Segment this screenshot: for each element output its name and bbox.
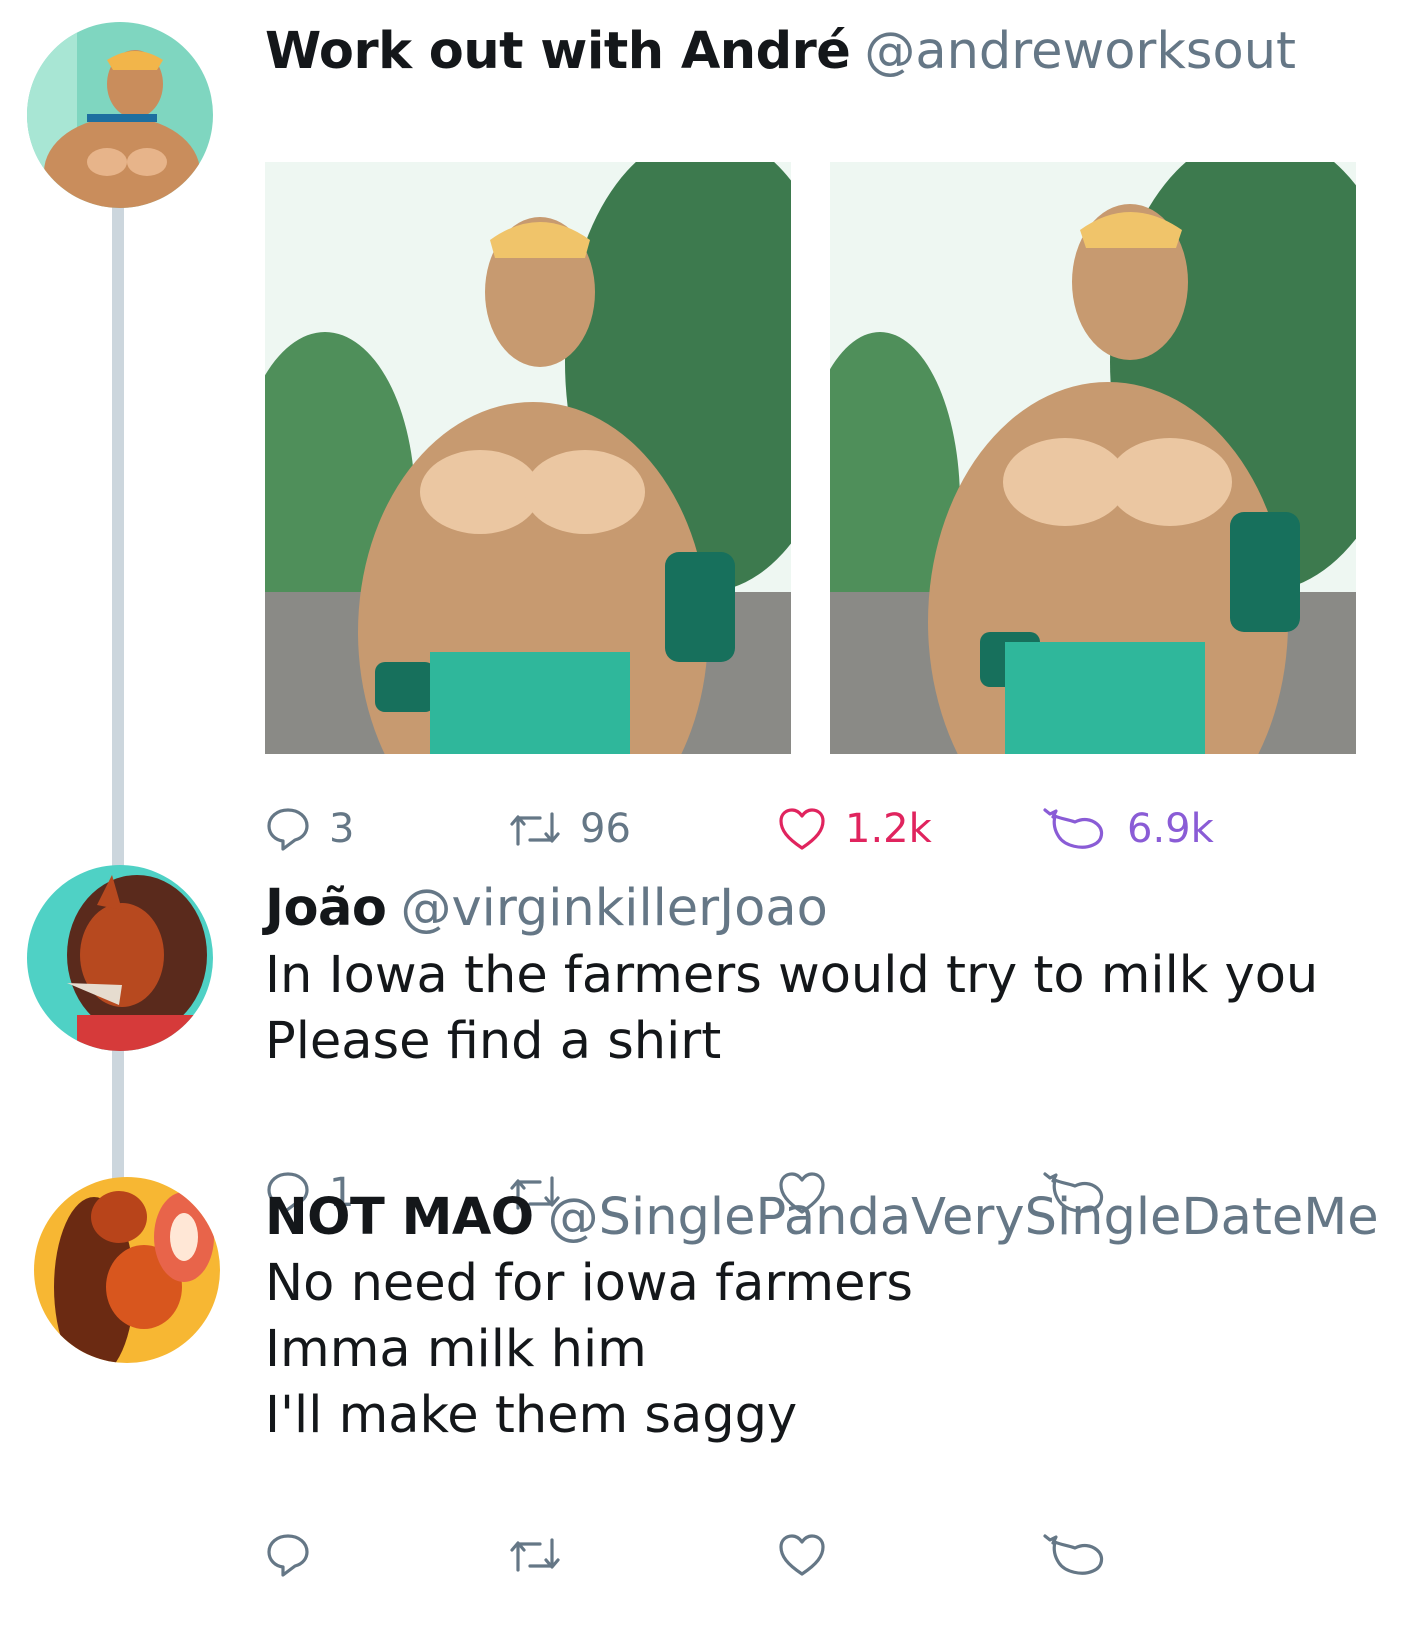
eggplant-icon: [1037, 804, 1109, 854]
like-count: 1.2k: [845, 806, 932, 852]
tweet-1-header: Work out with André @andreworksout: [265, 22, 1296, 81]
text-line: I'll make them saggy: [265, 1386, 798, 1445]
author-name[interactable]: NOT MAO: [265, 1188, 534, 1247]
tweet-3-text: No need for iowa farmers Imma milk him I…: [265, 1251, 913, 1449]
tweet-2-header: João @virginkillerJoao: [265, 879, 828, 938]
retweet-button[interactable]: [508, 1525, 580, 1585]
author-handle[interactable]: @SinglePandaVerySingleDateMe: [548, 1188, 1379, 1247]
tweet-3-header: NOT MAO @SinglePandaVerySingleDateMe: [265, 1188, 1379, 1247]
author-handle[interactable]: @virginkillerJoao: [400, 879, 827, 938]
like-icon: [777, 806, 827, 852]
reply-button[interactable]: 3: [265, 799, 354, 859]
tweet-3-actions: [265, 1525, 1365, 1585]
eggplant-button[interactable]: 6.9k: [1037, 799, 1214, 859]
tweet-1-actions: 3 96 1.2k 6.9k: [265, 799, 1365, 859]
eggplant-icon: [1037, 1530, 1109, 1580]
like-button[interactable]: 1.2k: [777, 799, 932, 859]
reply-icon: [265, 806, 311, 852]
text-line: No need for iowa farmers: [265, 1254, 913, 1313]
text-line: Imma milk him: [265, 1320, 647, 1379]
reply-button[interactable]: [265, 1525, 329, 1585]
like-icon: [777, 1532, 827, 1578]
avatar-not-mao-image: [34, 1177, 220, 1363]
media-image-2[interactable]: [830, 162, 1356, 754]
avatar-not-mao[interactable]: [34, 1177, 220, 1363]
text-line: Please find a shirt: [265, 1012, 722, 1071]
eggplant-count: 6.9k: [1127, 806, 1214, 852]
retweet-icon: [508, 1532, 562, 1578]
media-image-1[interactable]: [265, 162, 791, 754]
text-line: In Iowa the farmers would try to milk yo…: [265, 946, 1319, 1005]
avatar-andre[interactable]: [27, 22, 213, 208]
like-button[interactable]: [777, 1525, 845, 1585]
retweet-button[interactable]: 96: [508, 799, 631, 859]
avatar-joao-image: [27, 865, 213, 1051]
author-handle[interactable]: @andreworksout: [864, 22, 1296, 81]
author-name[interactable]: Work out with André: [265, 22, 851, 81]
retweet-icon: [508, 806, 562, 852]
avatar-andre-image: [27, 22, 213, 208]
retweet-count: 96: [580, 806, 631, 852]
eggplant-button[interactable]: [1037, 1525, 1127, 1585]
avatar-joao[interactable]: [27, 865, 213, 1051]
tweet-2-text: In Iowa the farmers would try to milk yo…: [265, 943, 1318, 1075]
reply-icon: [265, 1532, 311, 1578]
thread-line: [112, 200, 124, 1265]
reply-count: 3: [329, 806, 355, 852]
author-name[interactable]: João: [265, 879, 387, 938]
